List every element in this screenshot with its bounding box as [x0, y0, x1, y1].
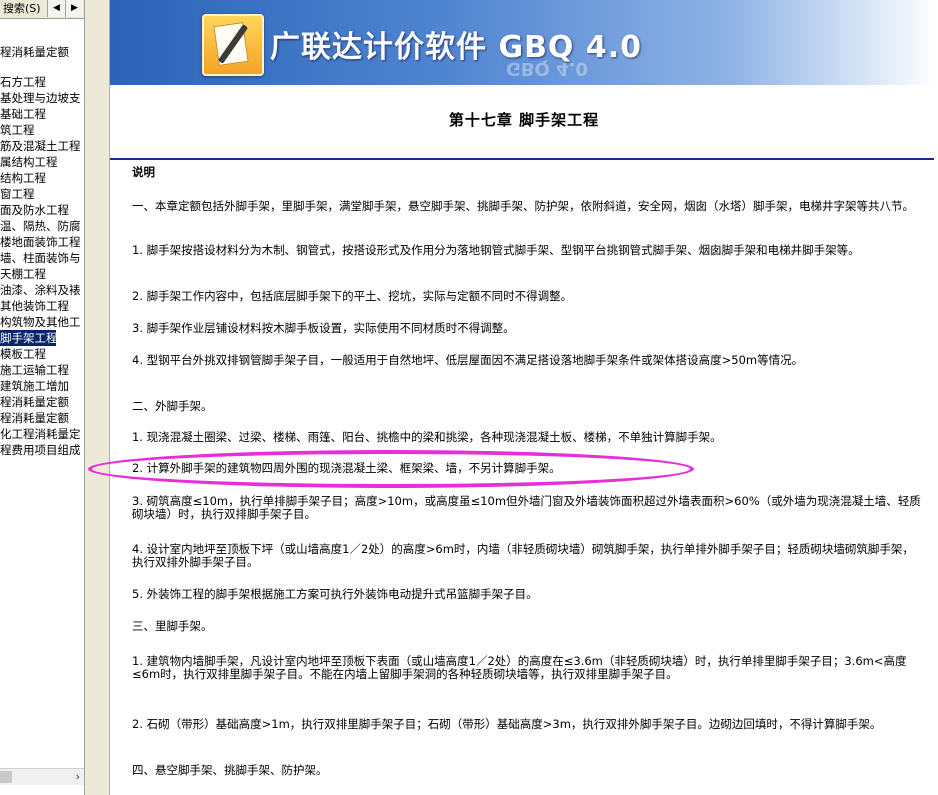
tree-item[interactable]: 面及防水工程: [0, 202, 84, 218]
tree-item[interactable]: 程消耗量定额: [0, 394, 84, 410]
paragraph: 4. 设计室内地坪至顶板下坪（或山墙高度1／2处）的高度>6m时，内墙（非轻质砌…: [132, 542, 914, 569]
scroll-right-icon[interactable]: ›: [76, 769, 80, 785]
tree-item[interactable]: 其他装饰工程: [0, 298, 84, 314]
paragraph: 二、外脚手架。: [132, 399, 213, 413]
scroll-thumb[interactable]: [0, 771, 12, 783]
paragraph: 1. 现浇混凝土圈梁、过梁、楼梯、雨篷、阳台、挑檐中的梁和挑梁，各种现浇混凝土板…: [132, 430, 722, 444]
tree-item[interactable]: 楼地面装饰工程: [0, 234, 84, 250]
chapter-title: 第十七章 脚手架工程: [448, 111, 600, 129]
paragraph: 3. 脚手架作业层铺设材料按木脚手板设置，实际使用不同材质时不得调整。: [132, 321, 515, 335]
tree-item[interactable]: 施工运输工程: [0, 362, 84, 378]
contents-pane: 搜索(S) ◀ ▶ 程消耗量定额 石方工程 基处理与边坡支 基础工程 筑工程 筋及混凝土工…: [0, 0, 85, 795]
tree-item[interactable]: 建筑施工增加: [0, 378, 84, 394]
tree-item[interactable]: 结构工程: [0, 170, 84, 186]
title-divider: [110, 158, 934, 160]
tree-item[interactable]: 基处理与边坡支: [0, 90, 84, 106]
tree-item-selected[interactable]: 脚手架工程: [0, 330, 56, 346]
search-toolbar: 搜索(S) ◀ ▶: [0, 0, 84, 19]
tree-item[interactable]: 筑工程: [0, 122, 84, 138]
document-view: 广联达计价软件 GBQ 4.0 GBQ 4.0 第十七章 脚手架工程 说明一、本…: [110, 0, 938, 795]
horizontal-scrollbar[interactable]: ›: [0, 768, 84, 785]
app-title-reflection: GBQ 4.0: [506, 58, 588, 79]
tree-item[interactable]: 温、隔热、防腐: [0, 218, 84, 234]
tree-item[interactable]: 构筑物及其他工: [0, 314, 84, 330]
app-logo-icon: [202, 14, 264, 76]
tree-item[interactable]: 属结构工程: [0, 154, 84, 170]
tree-item[interactable]: 模板工程: [0, 346, 84, 362]
tree-item[interactable]: 天棚工程: [0, 266, 84, 282]
tree-item[interactable]: 化工程消耗量定: [0, 426, 84, 442]
tree-item[interactable]: 窗工程: [0, 186, 84, 202]
forward-arrow-icon[interactable]: ▶: [65, 0, 83, 17]
paragraph: 2. 计算外脚手架的建筑物四周外围的现浇混凝土梁、框架梁、墙，不另计算脚手架。: [132, 461, 561, 475]
tree-item[interactable]: 基础工程: [0, 106, 84, 122]
tree-item[interactable]: 程费用项目组成: [0, 442, 84, 458]
paragraph: 3. 砌筑高度≤10m，执行单排脚手架子目；高度>10m，或高度虽≤10m但外墙…: [132, 494, 921, 521]
app-banner: 广联达计价软件 GBQ 4.0 GBQ 4.0: [110, 0, 938, 85]
paragraph: 三、里脚手架。: [132, 619, 213, 633]
section-heading: 说明: [132, 165, 155, 179]
paragraph: 4. 型钢平台外挑双排钢管脚手架子目，一般适用于自然地坪、低层屋面因不满足搭设落…: [132, 353, 804, 367]
tree-item[interactable]: 墙、柱面装饰与: [0, 250, 84, 266]
paragraph: 2. 脚手架工作内容中，包括底层脚手架下的平土、挖坑，实际与定额不同时不得调整。: [132, 289, 573, 303]
paragraph: 一、本章定额包括外脚手架，里脚手架，满堂脚手架，悬空脚手架、挑脚手架、防护架，依…: [132, 199, 914, 213]
tree-item[interactable]: 石方工程: [0, 74, 84, 90]
paragraph: 1. 建筑物内墙脚手架，凡设计室内地坪至顶板下表面（或山墙高度1／2处）的高度在…: [132, 654, 907, 681]
tree-item[interactable]: 程消耗量定额: [0, 410, 84, 426]
paragraph: 四、悬空脚手架、挑脚手架、防护架。: [132, 763, 328, 777]
tree-item[interactable]: 筋及混凝土工程: [0, 138, 84, 154]
tree-item[interactable]: 油漆、涂料及裱: [0, 282, 84, 298]
paragraph: 2. 石砌（带形）基础高度>1m，执行双排里脚手架子目；石砌（带形）基础高度>3…: [132, 717, 882, 731]
contents-tree: 程消耗量定额 石方工程 基处理与边坡支 基础工程 筑工程 筋及混凝土工程 属结构工程 结构工程…: [0, 44, 84, 458]
search-tab[interactable]: 搜索(S): [0, 0, 50, 17]
pane-splitter[interactable]: [85, 0, 110, 795]
back-arrow-icon[interactable]: ◀: [47, 0, 65, 17]
tree-item[interactable]: 程消耗量定额: [0, 44, 84, 60]
paragraph: 1. 脚手架按搭设材料分为木制、钢管式，按搭设形式及作用分为落地钢管式脚手架、型…: [132, 243, 860, 257]
paragraph: 5. 外装饰工程的脚手架根据施工方案可执行外装饰电动提升式吊篮脚手架子目。: [132, 587, 538, 601]
